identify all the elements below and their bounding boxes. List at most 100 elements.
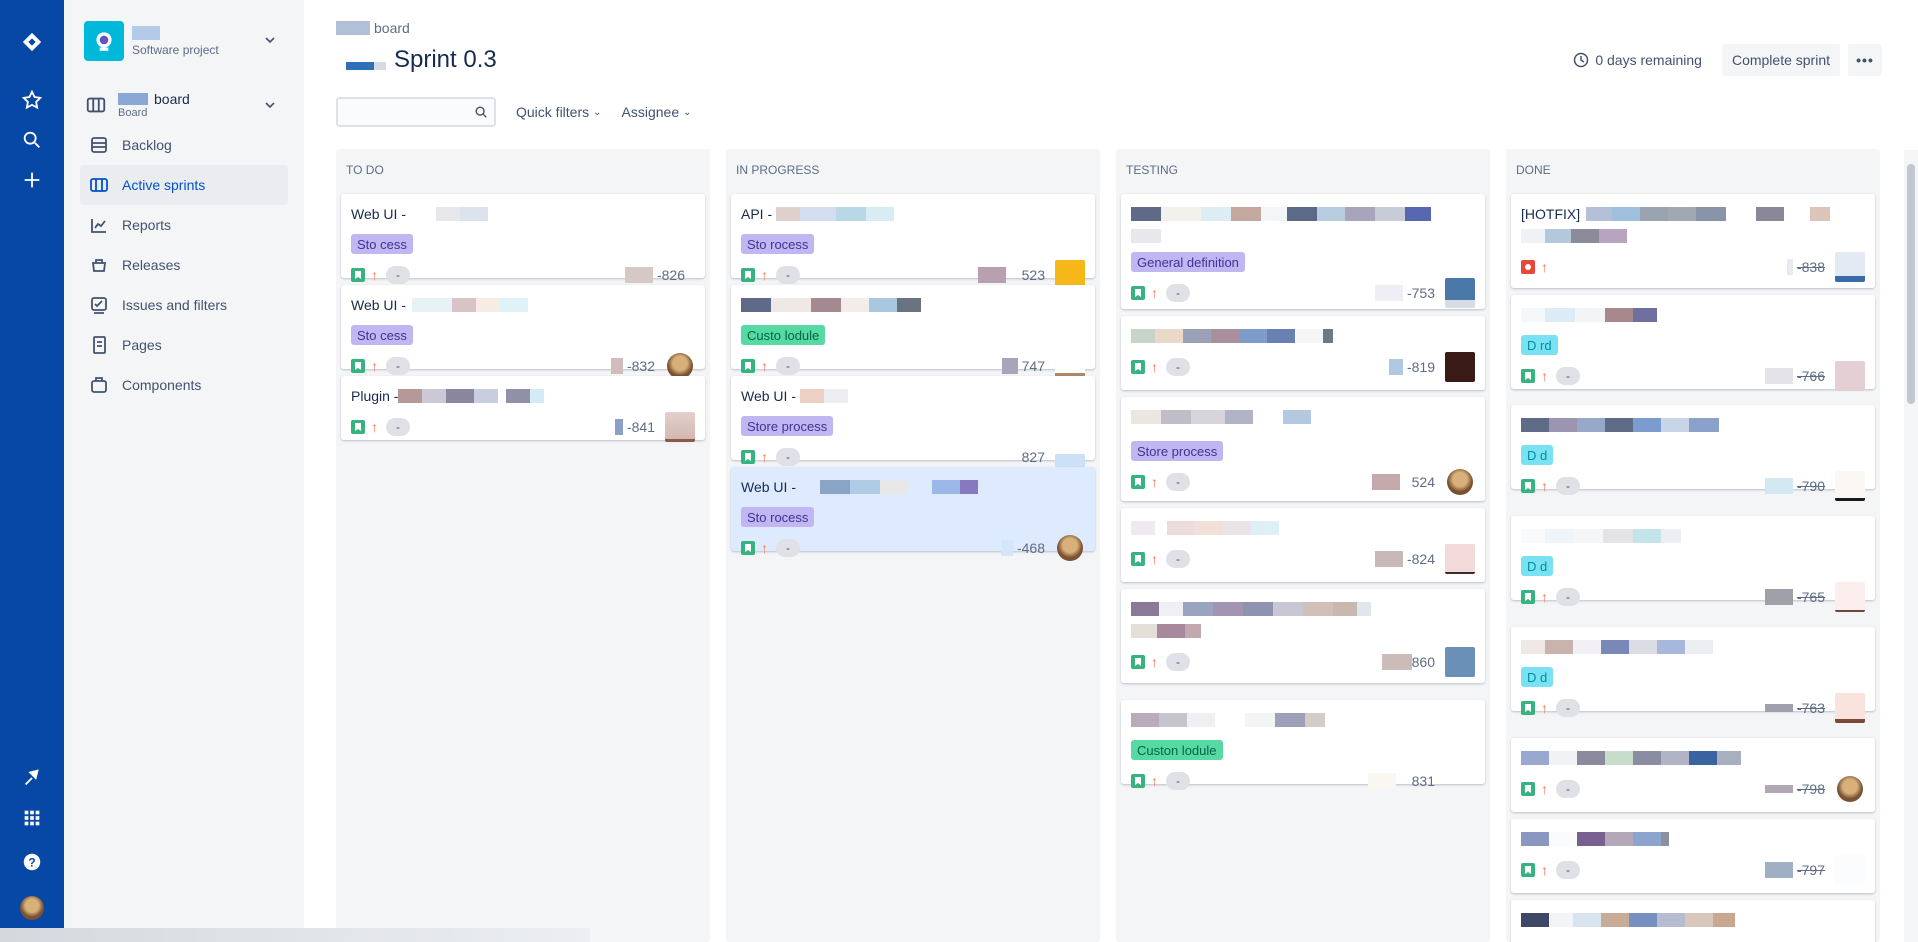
issue-key[interactable]: -790 [1764,478,1825,494]
epic-label[interactable]: D d [1521,556,1554,576]
issue-key[interactable]: 524 [1371,474,1435,490]
quick-filters-button[interactable]: Quick filters ⌄ [516,104,602,120]
issue-key[interactable]: -763 [1764,700,1825,716]
epic-label[interactable]: Sto rocess [741,507,815,527]
issue-key[interactable]: -753 [1374,285,1435,301]
chevron-down-icon[interactable] [264,99,276,111]
issue-card[interactable]: Plugin - ↑ - -841 [341,376,705,442]
sidebar-item-reports[interactable]: Reports [80,205,288,245]
issue-card[interactable]: Web UI - Sto cess ↑ - -826 [341,194,705,284]
assignee-filter-button[interactable]: Assignee ⌄ [622,104,692,120]
scrollbar-thumb[interactable] [1907,164,1915,404]
issue-key[interactable]: -797 [1764,862,1825,878]
issue-key[interactable]: 860 [1381,654,1435,670]
breadcrumb-board[interactable]: board [374,20,410,36]
epic-label[interactable]: Sto cess [351,234,413,254]
assignee-avatar[interactable] [1835,361,1865,391]
star-icon[interactable] [16,84,48,116]
breadcrumb[interactable]: board [336,20,410,36]
epic-label[interactable]: General definition [1131,252,1245,272]
issue-card[interactable]: API - Sto rocess ↑ - 523 [731,194,1095,290]
issue-key[interactable]: -766 [1764,368,1825,384]
days-remaining: 0 days remaining [1573,52,1702,68]
board-scrollbar[interactable] [1904,150,1918,942]
search-icon[interactable] [16,124,48,156]
issue-key[interactable]: 827 [1022,449,1045,465]
epic-label[interactable]: Sto rocess [741,234,815,254]
issue-card[interactable]: D d ↑ - -765 [1511,516,1875,612]
assignee-avatar[interactable] [1837,776,1863,802]
issue-key[interactable]: -765 [1764,589,1825,605]
assignee-avatar[interactable] [1057,535,1083,561]
help-icon[interactable]: ? [16,846,48,878]
issue-card-selected[interactable]: Web UI - Sto rocess ↑ - -468 [731,467,1095,561]
issue-card[interactable]: Custon lodule ↑ - 831 [1121,700,1485,790]
board-toolbar: Quick filters ⌄ Assignee ⌄ [336,97,692,127]
issue-card[interactable]: [HOTFIX] ↑ -838 [1511,194,1875,288]
app-switcher-icon[interactable] [16,802,48,834]
epic-label[interactable]: Sto cess [351,325,413,345]
issue-card[interactable]: ↑ - -798 [1511,738,1875,812]
issue-card[interactable]: ↑ - 860 [1121,589,1485,683]
assignee-avatar[interactable] [1835,582,1865,612]
feedback-icon[interactable] [16,762,48,794]
project-name [132,25,160,40]
epic-label[interactable]: D d [1521,445,1554,465]
epic-label[interactable]: Store process [741,416,834,436]
epic-label[interactable]: Custo lodule [741,325,826,345]
issue-card[interactable]: ↑ - -797 [1511,819,1875,893]
assignee-avatar[interactable] [1835,252,1865,282]
issue-key[interactable]: -838 [1786,259,1825,275]
issue-key[interactable]: -468 [1000,540,1045,556]
assignee-avatar[interactable] [1445,278,1475,308]
sidebar-item-pages[interactable]: Pages [80,325,288,365]
assignee-avatar[interactable] [1445,352,1475,382]
sidebar-item-backlog[interactable]: Backlog [80,125,288,165]
issue-card[interactable]: Web UI - Store process ↑ - 827 [731,376,1095,470]
create-icon[interactable] [16,164,48,196]
issue-key[interactable]: 523 [977,267,1045,283]
assignee-avatar[interactable] [1835,471,1865,501]
issue-key[interactable]: -798 [1764,781,1825,797]
issue-key[interactable]: 831 [1367,773,1435,789]
sidebar-item-releases[interactable]: Releases [80,245,288,285]
issue-card[interactable]: D rd ↑ - -766 [1511,295,1875,391]
issue-card[interactable]: Custo lodule ↑ - 747 [731,285,1095,381]
more-actions-button[interactable]: ••• [1848,44,1882,76]
issue-card[interactable] [1511,900,1875,942]
epic-label[interactable]: D rd [1521,335,1558,355]
complete-sprint-button[interactable]: Complete sprint [1721,44,1840,76]
search-input[interactable] [336,97,496,127]
issue-card[interactable]: Store process ↑ - 524 [1121,397,1485,501]
epic-label[interactable]: D d [1521,667,1554,687]
epic-label[interactable]: Custon lodule [1131,740,1223,760]
issue-key[interactable]: -826 [624,267,685,283]
issue-key[interactable]: -824 [1374,551,1435,567]
issue-card[interactable]: Web UI - Sto cess ↑ - -832 [341,285,705,379]
issue-key[interactable]: -841 [614,419,655,435]
issue-card[interactable]: D d ↑ - -763 [1511,627,1875,723]
chevron-down-icon[interactable] [264,34,276,46]
issue-key[interactable]: -819 [1388,359,1435,375]
assignee-avatar[interactable] [1447,469,1473,495]
issue-card[interactable]: General definition ↑ - -753 [1121,194,1485,309]
assignee-avatar[interactable] [1835,693,1865,723]
assignee-avatar[interactable] [1835,855,1865,885]
board-selector[interactable]: board Board [84,88,284,122]
assignee-avatar[interactable] [665,412,695,442]
assignee-avatar[interactable] [1445,544,1475,574]
jira-logo-icon[interactable] [16,26,48,58]
issue-key[interactable]: 747 [1001,358,1045,374]
issue-card[interactable]: ↑ - -824 [1121,508,1485,582]
project-header[interactable]: Software project [84,20,284,62]
issue-key[interactable]: -832 [610,358,655,374]
issue-card[interactable]: ↑ - -819 [1121,316,1485,390]
epic-label[interactable]: Store process [1131,441,1224,461]
card-title [1131,599,1475,619]
sidebar-item-active-sprints[interactable]: Active sprints [80,165,288,205]
profile-avatar[interactable] [16,892,48,924]
sidebar-item-issues[interactable]: Issues and filters [80,285,288,325]
issue-card[interactable]: D d ↑ - -790 [1511,405,1875,501]
sidebar-item-components[interactable]: Components [80,365,288,405]
assignee-avatar[interactable] [1445,647,1475,677]
